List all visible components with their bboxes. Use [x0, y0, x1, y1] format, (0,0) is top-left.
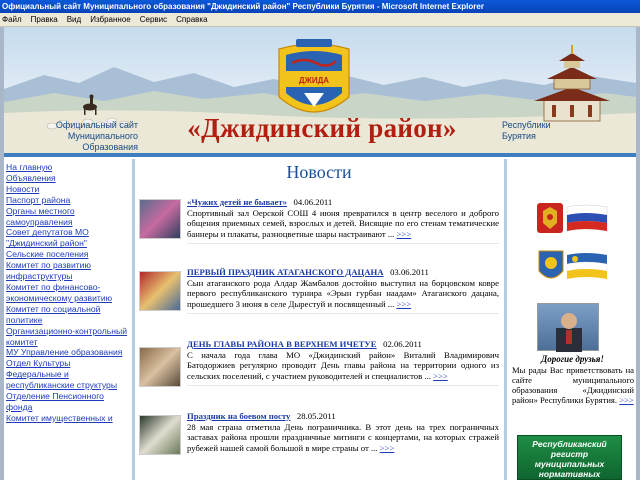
news-more-link[interactable]: >>> [396, 299, 411, 309]
nav-finance-cont[interactable]: экономическому развитию [6, 293, 130, 304]
nav-control[interactable]: Организационно-контрольный [6, 326, 130, 337]
menu-view[interactable]: Вид [63, 13, 86, 27]
menu-bar: Файл Правка Вид Избранное Сервис Справка [0, 13, 640, 27]
left-navigation: На главную Объявления Новости Паспорт ра… [6, 162, 130, 424]
menu-tools[interactable]: Сервис [136, 13, 172, 27]
news-date: 04.06.2011 [293, 197, 333, 207]
emblem-label: ДЖИДА [298, 76, 330, 85]
nav-news[interactable]: Новости [6, 184, 130, 195]
nav-federal[interactable]: Федеральные и [6, 369, 130, 380]
news-body: Праздник на боевом посту 28.05.2011 28 м… [187, 411, 499, 453]
news-separator [187, 243, 499, 244]
banner-right-line-1: Республики [502, 120, 551, 130]
banner-left-text: Официальный сайт Муниципального Образова… [32, 120, 138, 153]
news-headline[interactable]: ДЕНЬ ГЛАВЫ РАЙОНА В ВЕРХНЕМ ИЧЕТУЕ [187, 339, 377, 349]
greeting-body: Мы рады Вас приветствовать на сайте муни… [512, 365, 634, 405]
news-thumbnail[interactable] [139, 271, 181, 311]
news-more-link[interactable]: >>> [380, 443, 395, 453]
nav-local-government-cont[interactable]: самоуправления [6, 217, 130, 228]
nav-finance[interactable]: Комитет по финансово- [6, 282, 130, 293]
news-text: С начала года глава МО «Джидинский район… [187, 349, 499, 381]
news-thumbnail[interactable] [139, 347, 181, 387]
news-more-link[interactable]: >>> [433, 371, 448, 381]
news-headline[interactable]: «Чужих детей не бывает» [187, 197, 287, 207]
nav-pension-cont[interactable]: фонда [6, 402, 130, 413]
news-body: ПЕРВЫЙ ПРАЗДНИК АТАГАНСКОГО ДАЦАНА 03.06… [187, 267, 499, 309]
nav-federal-cont[interactable]: республиканские структуры [6, 380, 130, 391]
banner-strip [4, 153, 636, 157]
russia-flag-icon[interactable] [537, 199, 609, 239]
news-headline[interactable]: ПЕРВЫЙ ПРАЗДНИК АТАГАНСКОГО ДАЦАНА [187, 267, 384, 277]
nav-pension[interactable]: Отделение Пенсионного [6, 391, 130, 402]
nav-culture[interactable]: Отдел Культуры [6, 358, 130, 369]
news-body: ДЕНЬ ГЛАВЫ РАЙОНА В ВЕРХНЕМ ИЧЕТУЕ 02.06… [187, 339, 499, 381]
nav-control-cont[interactable]: комитет [6, 337, 130, 348]
news-more-link[interactable]: >>> [397, 229, 412, 239]
window-titlebar: Официальный сайт Муниципального образова… [0, 0, 640, 13]
nav-social-cont[interactable]: политике [6, 315, 130, 326]
menu-help[interactable]: Справка [172, 13, 212, 27]
menu-file[interactable]: Файл [0, 13, 27, 27]
nav-local-government[interactable]: Органы местного [6, 206, 130, 217]
news-date: 03.06.2011 [390, 267, 429, 277]
menu-edit[interactable]: Правка [27, 13, 63, 27]
nav-settlements[interactable]: Сельские поселения [6, 249, 130, 260]
greeting-more-link[interactable]: >>> [619, 395, 634, 405]
greeting-text: Мы рады Вас приветствовать на сайте муни… [512, 365, 634, 405]
news-text: Сын атаганского рода Алдар Жамбалов дост… [187, 277, 499, 309]
site-title: «Джидинский район» [187, 113, 457, 143]
left-divider [132, 159, 135, 480]
menu-favorites[interactable]: Избранное [86, 13, 136, 27]
nav-education[interactable]: МУ Управление образования [6, 347, 130, 358]
right-divider [504, 159, 507, 480]
web-page: ДЖИДА Официальный сайт Муниципального Об… [0, 27, 640, 480]
registry-banner[interactable]: Республиканский регистр муниципальных но… [517, 435, 622, 480]
banner-left-line-1: Официальный сайт [55, 120, 138, 130]
banner-left-line-2: Муниципального Образования [67, 131, 138, 152]
news-column: Новости «Чужих детей не бывает» 04.06.20… [137, 159, 501, 455]
site-banner: ДЖИДА Официальный сайт Муниципального Об… [4, 27, 636, 154]
news-thumbnail[interactable] [139, 199, 181, 239]
news-heading: Новости [286, 162, 352, 182]
news-date: 28.05.2011 [296, 411, 336, 421]
banner-right-line-2: Бурятия [502, 131, 536, 141]
nav-infrastructure-cont[interactable]: инфраструктуры [6, 271, 130, 282]
news-headline[interactable]: Праздник на боевом посту [187, 411, 290, 421]
nav-council-cont[interactable]: "Джидинский район" [6, 238, 130, 249]
nav-property[interactable]: Комитет имущественных и [6, 413, 130, 424]
news-separator [187, 313, 499, 314]
nav-announcements[interactable]: Объявления [6, 173, 130, 184]
nav-passport[interactable]: Паспорт района [6, 195, 130, 206]
nav-home[interactable]: На главную [6, 162, 130, 173]
news-text: 28 мая страна отметила День пограничника… [187, 421, 499, 453]
news-body: «Чужих детей не бывает» 04.06.2011 Спорт… [187, 197, 499, 239]
head-portrait[interactable] [537, 303, 599, 352]
nav-infrastructure[interactable]: Комитет по развитию [6, 260, 130, 271]
news-text: Спортивный зал Оерской СОШ 4 июня превра… [187, 207, 499, 239]
news-date: 02.06.2011 [383, 339, 422, 349]
news-thumbnail[interactable] [139, 415, 181, 455]
buryatia-flag-icon[interactable] [537, 247, 609, 287]
window-title: Официальный сайт Муниципального образова… [2, 2, 484, 11]
news-separator [187, 385, 499, 386]
greeting-title: Дорогие друзья! [541, 354, 604, 364]
nav-social[interactable]: Комитет по социальной [6, 304, 130, 315]
banner-right-text: Республики Бурятия [502, 120, 572, 142]
nav-council[interactable]: Совет депутатов МО [6, 227, 130, 238]
